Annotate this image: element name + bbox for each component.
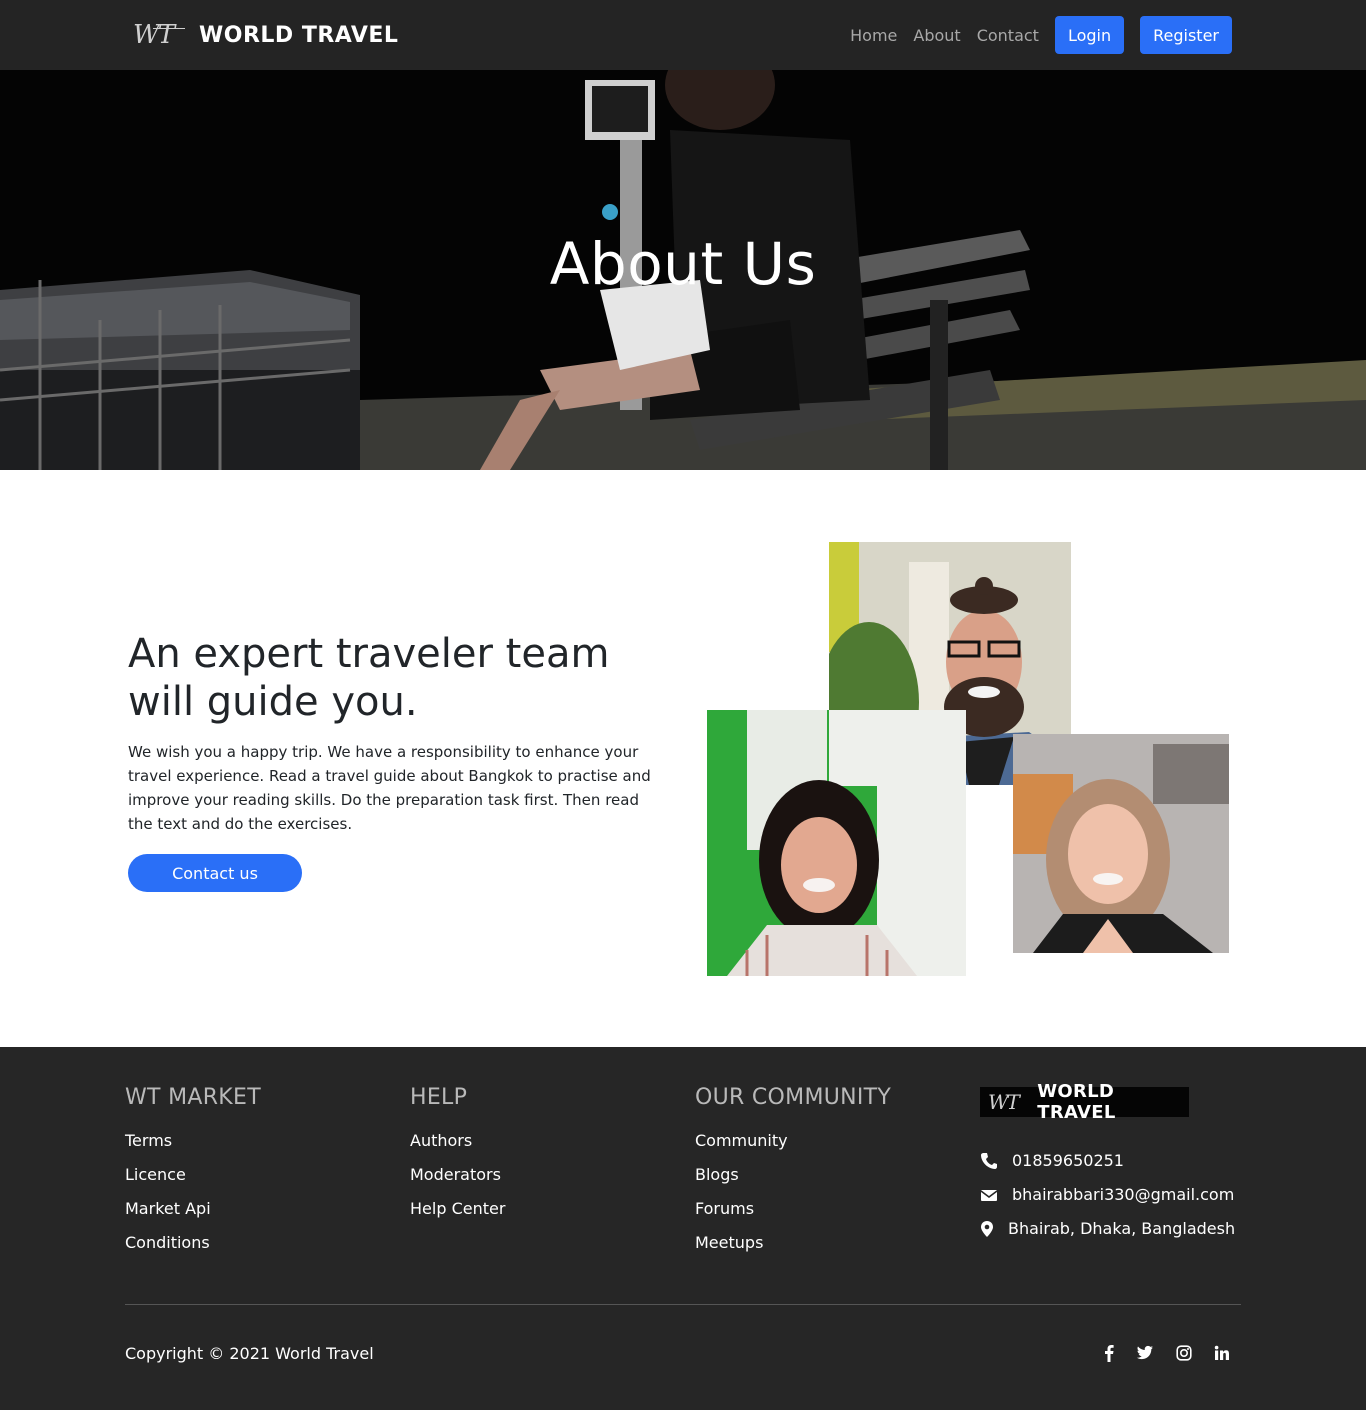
footer-column-wt-market: WT MARKET Terms Licence Market Api Condi… [125,1085,261,1260]
footer-logo[interactable]: WT WORLD TRAVEL [980,1081,1189,1123]
about-body: We wish you a happy trip. We have a resp… [128,743,651,833]
footer-column-title: OUR COMMUNITY [695,1085,892,1110]
email-address[interactable]: bhairabbari330@gmail.com [1012,1185,1234,1204]
address-text: Bhairab, Dhaka, Bangladesh [1008,1219,1236,1238]
hero-banner: About Us [0,70,1366,470]
map-marker-icon [981,1220,993,1237]
footer-link-meetups[interactable]: Meetups [695,1226,891,1260]
footer-address: Bhairab, Dhaka, Bangladesh [980,1219,1235,1238]
about-section: An expert traveler team will guide you. … [128,630,668,892]
nav-link-about[interactable]: About [913,26,960,45]
phone-number: 01859650251 [1012,1151,1124,1170]
footer-logo-name: WORLD TRAVEL [1037,1081,1116,1123]
footer-link-help-center[interactable]: Help Center [410,1192,505,1226]
brand-mark: WT [133,20,187,50]
footer-link-moderators[interactable]: Moderators [410,1158,505,1192]
footer: WT MARKET Terms Licence Market Api Condi… [0,1047,1366,1410]
footer-logo-mark: WT [988,1090,1020,1114]
brand-logo[interactable]: WT WORLD TRAVEL [133,18,398,52]
twitter-icon[interactable] [1136,1345,1154,1361]
register-button[interactable]: Register [1140,16,1232,54]
brand-name: WORLD TRAVEL [199,22,399,48]
footer-column-title: WT MARKET [125,1085,261,1110]
team-photo-woman-left [707,710,966,976]
about-heading: An expert traveler team will guide you. [128,631,610,725]
footer-link-community[interactable]: Community [695,1124,891,1158]
nav-link-home[interactable]: Home [850,26,897,45]
footer-link-terms[interactable]: Terms [125,1124,261,1158]
footer-column-help: HELP Authors Moderators Help Center [410,1085,505,1226]
login-button[interactable]: Login [1054,16,1125,54]
hero-title: About Us [549,230,817,298]
footer-email: bhairabbari330@gmail.com [980,1185,1234,1204]
linkedin-icon[interactable] [1214,1345,1230,1361]
envelope-icon [980,1189,998,1201]
footer-link-blogs[interactable]: Blogs [695,1158,891,1192]
copyright-text: Copyright © 2021 World Travel [125,1344,374,1363]
social-links [1082,1344,1230,1362]
footer-phone: 01859650251 [980,1151,1124,1170]
team-photo-woman-right [1013,734,1229,953]
footer-link-authors[interactable]: Authors [410,1124,505,1158]
footer-column-title: HELP [410,1085,468,1110]
nav-links: Home About Contact Login Register [850,16,1232,54]
footer-link-licence[interactable]: Licence [125,1158,261,1192]
nav-link-contact[interactable]: Contact [977,26,1039,45]
phone-icon [981,1152,997,1169]
footer-link-forums[interactable]: Forums [695,1192,891,1226]
footer-divider [125,1304,1241,1305]
footer-column-community: OUR COMMUNITY Community Blogs Forums Mee… [695,1085,891,1260]
contact-us-button[interactable]: Contact us [128,854,302,892]
footer-link-market-api[interactable]: Market Api [125,1192,261,1226]
instagram-icon[interactable] [1176,1345,1192,1361]
facebook-icon[interactable] [1104,1344,1114,1362]
footer-link-conditions[interactable]: Conditions [125,1226,261,1260]
navbar: WT WORLD TRAVEL Home About Contact Login… [0,0,1366,70]
